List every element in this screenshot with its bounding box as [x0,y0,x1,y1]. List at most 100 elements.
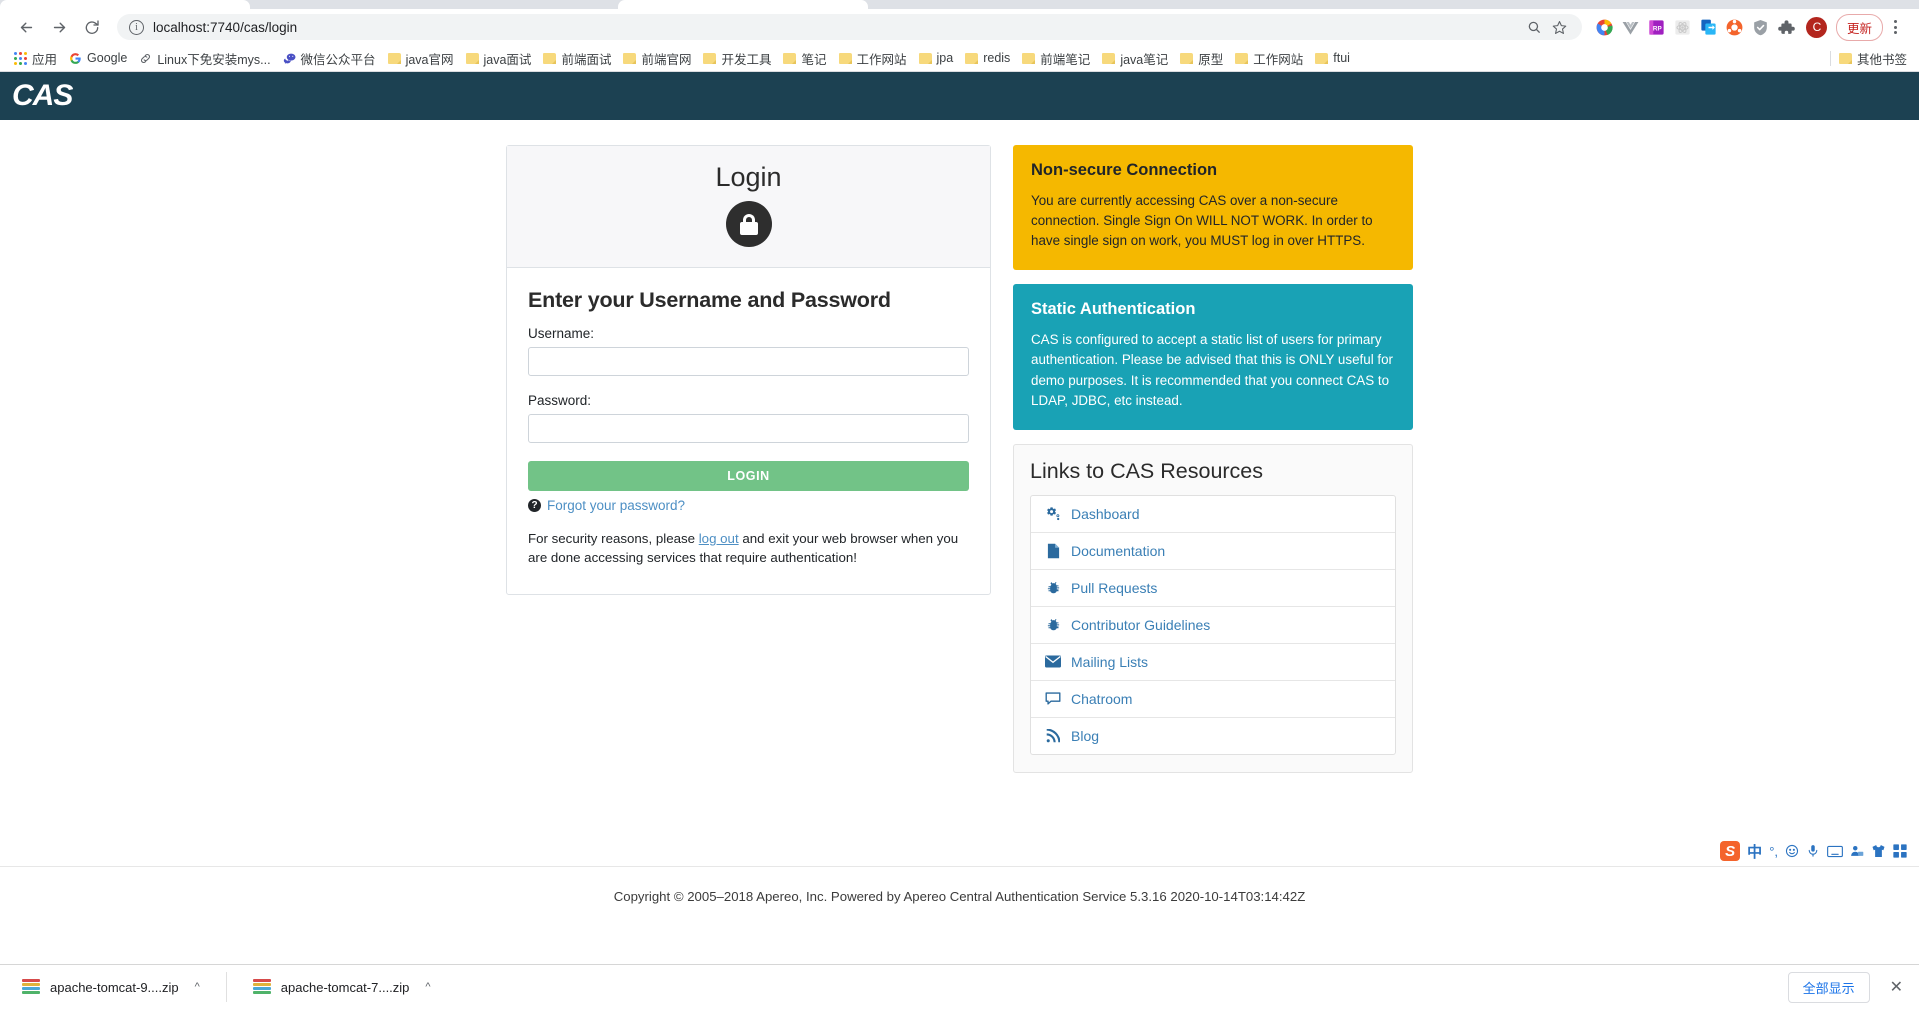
skin-icon[interactable] [1871,844,1886,858]
chrome-color-extension-icon[interactable] [1592,14,1618,40]
bookmark-apps[interactable]: 应用 [8,47,63,70]
microphone-icon[interactable] [1806,844,1820,858]
password-label: Password: [528,393,592,408]
ubuntu-extension-icon[interactable] [1722,14,1748,40]
browser-tab[interactable] [0,0,250,9]
react-devtools-icon[interactable] [1670,14,1696,40]
download-item[interactable]: apache-tomcat-7....zip ^ [225,972,443,1002]
chevron-up-icon[interactable]: ^ [425,981,430,993]
folder-icon [965,52,979,64]
bookmark-folder[interactable]: 前端面试 [537,47,617,70]
bookmark-folder[interactable]: 前端笔记 [1016,47,1096,70]
bookmark-folder[interactable]: 原型 [1174,47,1229,70]
link-item-dashboard[interactable]: Dashboard [1031,496,1395,533]
bookmark-folder[interactable]: 工作网站 [833,47,913,70]
download-filename: apache-tomcat-7....zip [280,979,410,995]
cas-logo[interactable]: CAS [12,81,73,114]
bookmark-label: java官网 [405,52,454,67]
bookmark-folder[interactable]: 笔记 [777,47,832,70]
bookmark-folder[interactable]: java面试 [460,47,538,70]
download-item[interactable]: apache-tomcat-9....zip ^ [10,972,212,1002]
bookmark-folder[interactable]: redis [959,49,1016,67]
forgot-password-row[interactable]: ? Forgot your password? [528,498,969,513]
link-item-documentation[interactable]: Documentation [1031,533,1395,570]
forward-button[interactable] [45,13,73,41]
bookmark-label: 工作网站 [1253,52,1304,67]
extension-icons: RP [1592,14,1800,40]
link-item-contributor-guidelines[interactable]: Contributor Guidelines [1031,607,1395,644]
keyboard-icon[interactable] [1827,845,1843,858]
bookmark-folder[interactable]: 前端官网 [617,47,697,70]
bookmarks-bar: 应用 Google Linux下免安装mys... 微信公众平台 java官网 … [0,45,1919,72]
screenshot-extension-icon[interactable] [1696,14,1722,40]
folder-icon [1180,52,1194,64]
bookmark-folder[interactable]: java官网 [382,47,460,70]
browser-tab[interactable] [618,0,868,9]
security-note-pre: For security reasons, please [528,531,699,546]
chrome-menu-button[interactable] [1883,14,1907,40]
browser-tab-strip[interactable] [0,0,1919,9]
emoji-icon[interactable] [1785,844,1799,858]
vue-devtools-icon[interactable] [1618,14,1644,40]
bookmark-label: 笔记 [801,52,827,67]
bookmark-label: jpa [936,51,954,65]
comment-icon [1045,691,1061,706]
bookmark-wechat[interactable]: 微信公众平台 [277,47,382,70]
shield-extension-icon[interactable] [1748,14,1774,40]
sogou-logo-icon[interactable]: S [1720,841,1741,861]
zip-file-icon [252,978,271,996]
link-item-blog[interactable]: Blog [1031,718,1395,754]
sogou-ime-toolbar[interactable]: S 中 °, [1716,839,1911,863]
toolbox-icon[interactable] [1893,844,1907,858]
bookmark-label: 前端笔记 [1040,52,1091,67]
bookmark-folder[interactable]: 开发工具 [697,47,777,70]
close-download-bar-icon[interactable]: ✕ [1884,977,1909,997]
star-icon[interactable] [1550,17,1570,37]
axure-rp-icon[interactable]: RP [1644,14,1670,40]
back-button[interactable] [12,13,40,41]
link-item-chatroom[interactable]: Chatroom [1031,681,1395,718]
bookmark-google[interactable]: Google [63,49,133,67]
bookmark-label: 微信公众平台 [300,52,376,67]
folder-icon [387,52,401,64]
profile-avatar[interactable]: C [1804,14,1830,40]
right-column: Non-secure Connection You are currently … [1013,145,1413,773]
puzzle-extensions-icon[interactable] [1774,14,1800,40]
punctuation-icon[interactable]: °, [1769,844,1778,859]
url-text: localhost:7740/cas/login [153,19,298,35]
chevron-up-icon[interactable]: ^ [195,981,200,993]
chinese-mode-icon[interactable]: 中 [1747,841,1762,862]
bookmark-folder[interactable]: ftui [1309,49,1356,67]
update-button[interactable]: 更新 [1835,13,1883,41]
bookmark-folder[interactable]: 工作网站 [1229,47,1309,70]
folder-icon [623,52,637,64]
bug-icon [1045,580,1061,595]
show-all-downloads-button[interactable]: 全部显示 [1787,971,1870,1003]
link-item-mailing-lists[interactable]: Mailing Lists [1031,644,1395,681]
bookmark-folder[interactable]: java笔记 [1096,47,1174,70]
site-info-icon[interactable]: i [129,19,144,35]
username-input[interactable] [528,347,969,376]
folder-icon [838,52,852,64]
bookmark-folder[interactable]: jpa [913,49,960,67]
reload-button[interactable] [78,13,106,41]
other-bookmarks[interactable]: 其他书签 [1822,49,1911,68]
wechat-icon [283,52,296,65]
cas-page-body: Login Enter your Username and Password U… [0,120,1919,926]
folder-icon [1315,52,1329,64]
zoom-out-icon[interactable] [1524,17,1544,37]
cas-logo-swoosh [30,107,70,114]
other-bookmarks-label: 其他书签 [1856,52,1907,67]
link-item-pull-requests[interactable]: Pull Requests [1031,570,1395,607]
link-icon [139,52,152,65]
user-icon[interactable] [1850,844,1864,858]
forgot-password-link[interactable]: Forgot your password? [547,498,685,513]
bug-icon [1045,617,1061,632]
address-bar[interactable]: i localhost:7740/cas/login [117,14,1582,40]
logout-link[interactable]: log out [699,531,739,546]
bookmark-label: 应用 [32,52,58,67]
login-button[interactable]: LOGIN [528,461,969,491]
link-label: Dashboard [1071,505,1140,522]
bookmark-linux-mysql[interactable]: Linux下免安装mys... [133,47,276,70]
password-input[interactable] [528,414,969,443]
